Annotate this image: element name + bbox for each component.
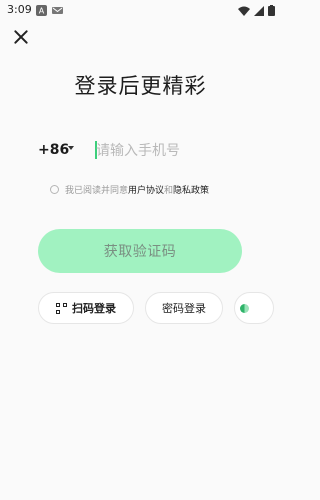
agreement-row: 我已阅读并同意 用户协议 和 隐私政策	[50, 183, 209, 196]
agreement-checkbox[interactable]	[50, 185, 59, 194]
password-login-label: 密码登录	[162, 302, 206, 315]
battery-icon	[268, 5, 275, 16]
phone-number-input[interactable]	[96, 138, 241, 164]
scan-login-label: 扫码登录	[72, 302, 116, 315]
country-code[interactable]: +86	[38, 142, 69, 158]
status-bar: 3:09 A	[0, 0, 281, 22]
chevron-down-icon[interactable]	[68, 146, 74, 150]
agreement-prefix: 我已阅读并同意	[65, 186, 129, 196]
svg-text:A: A	[39, 7, 45, 16]
more-login-icon	[240, 303, 249, 313]
status-time: 3:09	[7, 3, 32, 16]
qr-code-icon	[56, 302, 67, 314]
user-agreement-link[interactable]: 用户协议	[128, 183, 164, 196]
get-verification-code-button[interactable]: 获取验证码	[38, 229, 242, 273]
more-login-options-button[interactable]	[234, 292, 274, 324]
agreement-and: 和	[164, 186, 174, 196]
password-login-button[interactable]: 密码登录	[145, 292, 223, 324]
message-icon	[52, 7, 63, 14]
notification-a-icon: A	[36, 5, 47, 16]
signal-icon	[254, 5, 264, 16]
wifi-icon	[238, 6, 250, 16]
scan-login-button[interactable]: 扫码登录	[38, 292, 134, 324]
status-right-icons	[238, 5, 275, 16]
close-icon[interactable]	[12, 28, 30, 46]
phone-input-row: +86	[38, 136, 243, 168]
privacy-policy-link[interactable]: 隐私政策	[173, 183, 209, 196]
page-title: 登录后更精彩	[74, 74, 207, 98]
